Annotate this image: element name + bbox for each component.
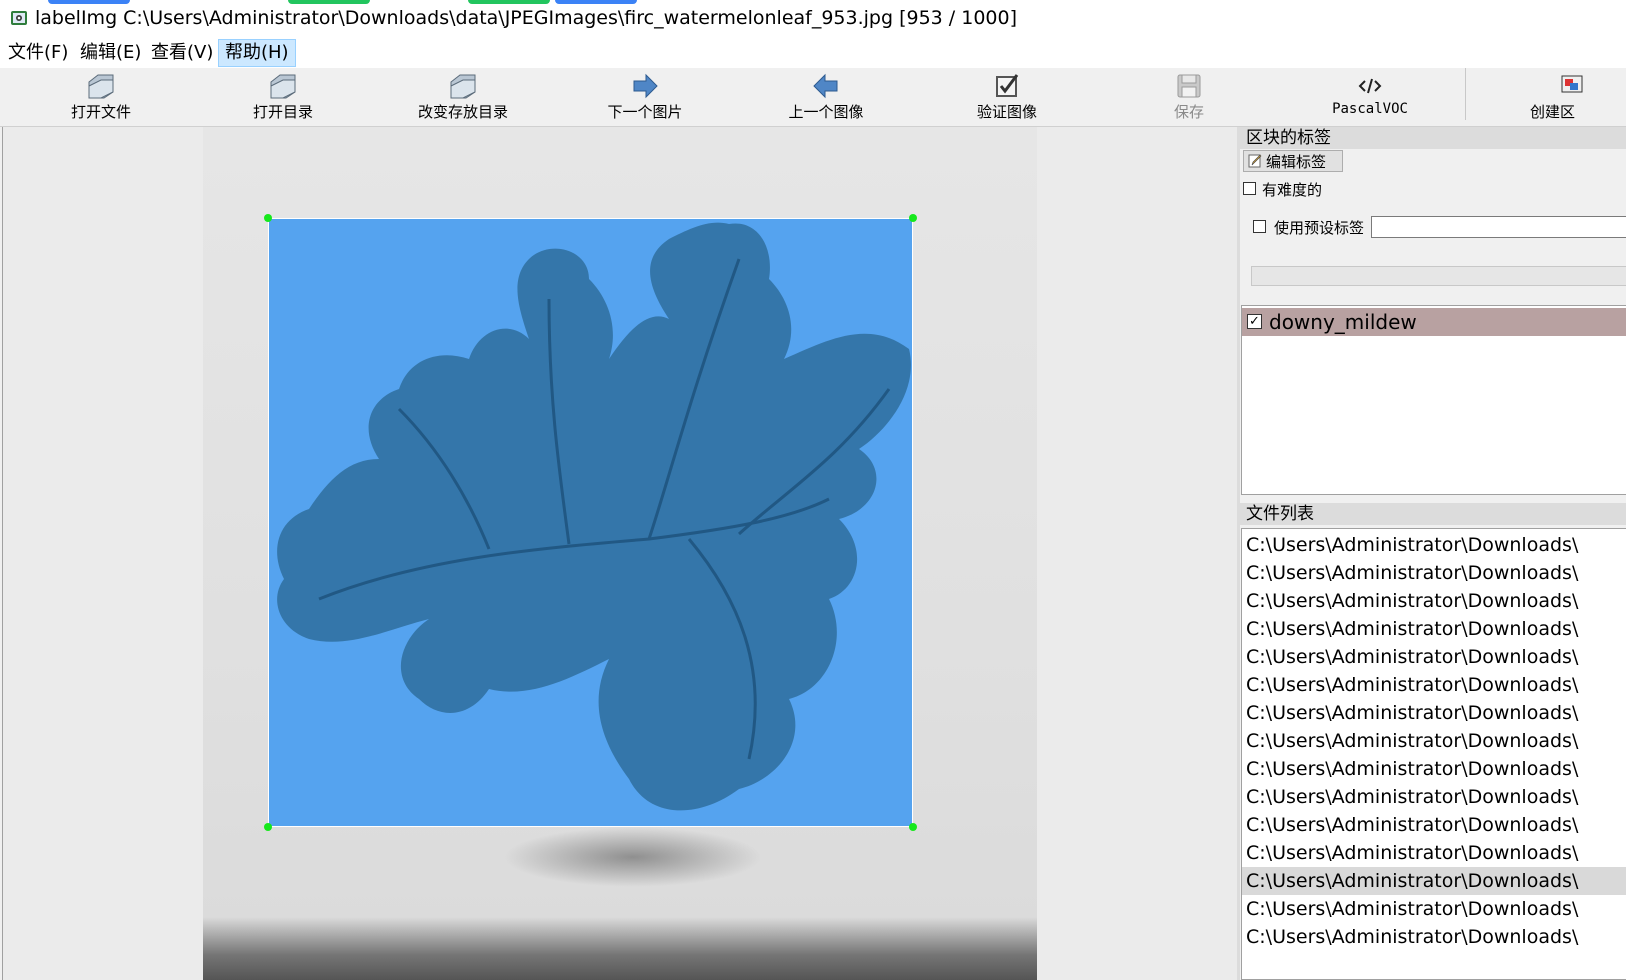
file-list-item[interactable]: C:\Users\Administrator\Downloads\: [1242, 559, 1626, 587]
checkbox-check-icon: [996, 74, 1019, 97]
verify-image-label: 验证图像: [976, 103, 1037, 121]
open-dir-button[interactable]: 打开目录: [222, 68, 344, 126]
use-default-label-checkbox[interactable]: [1253, 220, 1266, 233]
file-list-item[interactable]: C:\Users\Administrator\Downloads\: [1242, 643, 1626, 671]
file-list-item[interactable]: C:\Users\Administrator\Downloads\: [1242, 727, 1626, 755]
default-label-input[interactable]: [1371, 216, 1626, 238]
leaf-image: [277, 222, 911, 811]
create-box-label: 创建区: [1530, 103, 1576, 121]
taskbar-tab-indicator: [48, 0, 130, 4]
app-icon: [11, 11, 27, 25]
save-button[interactable]: 保存: [1128, 68, 1250, 126]
toolbar-divider: [1465, 68, 1466, 120]
photo-bottom-edge: [203, 917, 1037, 980]
menu-bar: 文件(F) 编辑(E) 查看(V) 帮助(H): [0, 38, 1626, 68]
arrow-left-icon: [813, 73, 838, 99]
menu-view[interactable]: 查看(V): [145, 40, 219, 66]
bbox-handle-bottom-left[interactable]: [264, 823, 272, 831]
toolbar: 打开文件 打开目录 改变存放目录 下一个图片 上一个图像 验证图像 保存 Pas…: [0, 68, 1626, 127]
image-canvas[interactable]: [2, 127, 1237, 980]
file-list[interactable]: C:\Users\Administrator\Downloads\ C:\Use…: [1241, 528, 1626, 980]
change-save-dir-label: 改变存放目录: [417, 103, 508, 121]
next-image-button[interactable]: 下一个图片: [584, 68, 706, 126]
title-bar: labelImg C:\Users\Administrator\Download…: [0, 0, 1626, 38]
file-list-item[interactable]: C:\Users\Administrator\Downloads\: [1242, 783, 1626, 811]
box-labels-title: 区块的标签: [1240, 127, 1626, 149]
prev-image-button[interactable]: 上一个图像: [765, 68, 887, 126]
label-combo-box[interactable]: [1251, 266, 1626, 286]
window-title: labelImg C:\Users\Administrator\Download…: [35, 7, 1018, 29]
file-list-item[interactable]: C:\Users\Administrator\Downloads\: [1242, 923, 1626, 951]
photo-shadow: [503, 827, 763, 887]
file-list-item[interactable]: C:\Users\Administrator\Downloads\: [1242, 671, 1626, 699]
create-box-button[interactable]: 创建区: [1520, 68, 1626, 126]
file-list-item[interactable]: C:\Users\Administrator\Downloads\: [1242, 811, 1626, 839]
change-save-dir-button[interactable]: 改变存放目录: [402, 68, 524, 126]
folder-icon: [270, 74, 296, 99]
file-list-title: 文件列表: [1240, 503, 1626, 525]
open-dir-label: 打开目录: [252, 103, 313, 121]
bounding-box-downy-mildew[interactable]: [268, 218, 913, 827]
edit-label-button[interactable]: 编辑标签: [1243, 150, 1343, 172]
file-list-item-selected[interactable]: C:\Users\Administrator\Downloads\: [1242, 867, 1626, 895]
file-list-item[interactable]: C:\Users\Administrator\Downloads\: [1242, 615, 1626, 643]
folder-icon: [450, 74, 476, 99]
format-label: PascalVOC: [1332, 101, 1408, 117]
label-list[interactable]: ✓ downy_mildew: [1241, 305, 1626, 495]
menu-file[interactable]: 文件(F): [2, 40, 74, 66]
open-file-label: 打开文件: [70, 103, 131, 121]
open-file-button[interactable]: 打开文件: [40, 68, 162, 126]
folder-icon: [88, 74, 114, 99]
menu-edit[interactable]: 编辑(E): [74, 40, 147, 66]
file-list-item[interactable]: C:\Users\Administrator\Downloads\: [1242, 839, 1626, 867]
bbox-handle-top-right[interactable]: [909, 214, 917, 222]
next-image-label: 下一个图片: [607, 103, 683, 121]
taskbar-tab-indicator: [288, 0, 370, 4]
create-rect-icon: [1561, 75, 1583, 93]
right-dock: 区块的标签 编辑标签 有难度的 使用预设标签 ✓ downy_mildew 文件…: [1240, 127, 1626, 980]
file-list-item[interactable]: C:\Users\Administrator\Downloads\: [1242, 699, 1626, 727]
code-tag-icon: [1358, 78, 1382, 94]
difficult-label: 有难度的: [1262, 181, 1323, 199]
edit-pencil-icon: [1248, 154, 1262, 168]
format-toggle-button[interactable]: PascalVOC: [1309, 68, 1431, 126]
use-default-label-label: 使用预设标签: [1274, 219, 1365, 237]
label-visible-checkbox[interactable]: ✓: [1247, 314, 1262, 329]
verify-image-button[interactable]: 验证图像: [946, 68, 1068, 126]
taskbar-tab-indicator: [555, 0, 637, 4]
file-list-item[interactable]: C:\Users\Administrator\Downloads\: [1242, 587, 1626, 615]
label-list-item[interactable]: ✓ downy_mildew: [1242, 308, 1626, 336]
save-label: 保存: [1173, 103, 1204, 121]
floppy-disk-icon: [1177, 74, 1201, 98]
taskbar-tab-indicator: [468, 0, 550, 4]
file-list-item[interactable]: C:\Users\Administrator\Downloads\: [1242, 895, 1626, 923]
bbox-handle-top-left[interactable]: [264, 214, 272, 222]
bbox-handle-bottom-right[interactable]: [909, 823, 917, 831]
edit-label-text: 编辑标签: [1266, 153, 1327, 171]
arrow-right-icon: [633, 73, 658, 99]
menu-help[interactable]: 帮助(H): [218, 39, 296, 67]
file-list-item[interactable]: C:\Users\Administrator\Downloads\: [1242, 755, 1626, 783]
label-name: downy_mildew: [1269, 310, 1417, 334]
prev-image-label: 上一个图像: [788, 103, 864, 121]
file-list-item[interactable]: C:\Users\Administrator\Downloads\: [1242, 531, 1626, 559]
difficult-checkbox[interactable]: [1243, 182, 1256, 195]
